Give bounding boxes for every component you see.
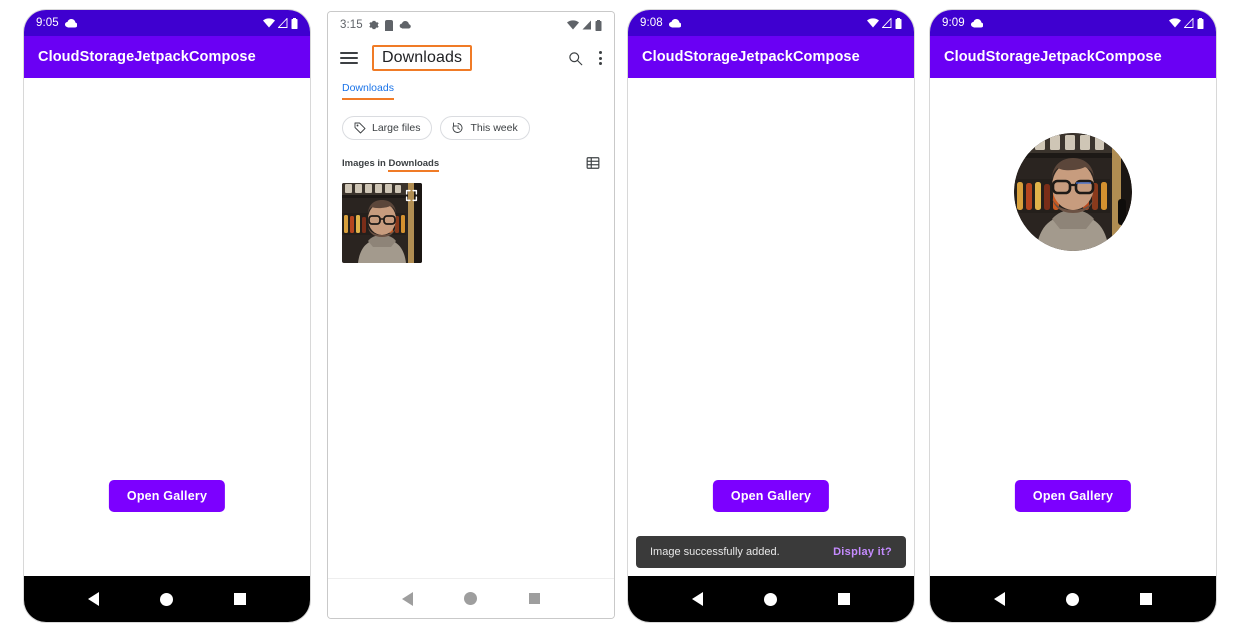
sdcard-icon [384, 19, 393, 31]
back-triangle-icon[interactable] [401, 591, 413, 606]
expand-icon[interactable] [405, 189, 418, 202]
overflow-menu-icon[interactable] [599, 51, 602, 65]
gear-icon [369, 20, 379, 30]
home-circle-icon[interactable] [763, 592, 777, 606]
history-icon [452, 122, 464, 134]
picker-actions [568, 51, 602, 66]
signal-icon [1184, 18, 1194, 28]
signal-icon [882, 18, 892, 28]
app-title: CloudStorageJetpackCompose [38, 49, 256, 65]
battery-icon [291, 17, 298, 29]
picker-tabs: Downloads [328, 78, 614, 100]
open-gallery-button[interactable]: Open Gallery [1014, 480, 1132, 512]
chip-label: This week [470, 122, 518, 134]
wifi-icon [263, 18, 275, 28]
status-bar: 9:05 [24, 10, 310, 36]
phone-3: 9:08 CloudStorageJetpackCompose Open Gal… [628, 10, 914, 622]
signal-icon [278, 18, 288, 28]
picker-title: Downloads [382, 49, 463, 66]
home-circle-icon[interactable] [159, 592, 173, 606]
status-bar: 3:15 [328, 12, 614, 38]
navigation-bar [24, 576, 310, 622]
cloud-icon [970, 18, 983, 28]
app-title: CloudStorageJetpackCompose [642, 49, 860, 65]
app-bar: CloudStorageJetpackCompose [628, 36, 914, 78]
tab-downloads[interactable]: Downloads [342, 82, 394, 100]
home-circle-icon[interactable] [464, 592, 478, 605]
screen-content: Open Gallery [24, 78, 310, 576]
profile-avatar [1014, 133, 1132, 251]
wifi-icon [1169, 18, 1181, 28]
list-view-icon[interactable] [586, 156, 600, 170]
navigation-bar [628, 576, 914, 622]
chip-label: Large files [372, 122, 421, 134]
screen-content: Open Gallery [930, 78, 1216, 576]
recents-square-icon[interactable] [529, 593, 541, 604]
screenshot-canvas: 9:05 CloudStorageJetpackCompose Open Gal… [0, 0, 1240, 630]
snackbar: Image successfully added. Display it? [636, 536, 906, 568]
status-time: 9:08 [640, 17, 663, 29]
app-title: CloudStorageJetpackCompose [944, 49, 1162, 65]
open-gallery-button[interactable]: Open Gallery [108, 480, 226, 512]
phone-4: 9:09 CloudStorageJetpackCompose Open Gal… [930, 10, 1216, 622]
battery-icon [1197, 17, 1204, 29]
chip-large-files[interactable]: Large files [342, 116, 433, 140]
status-bar: 9:08 [628, 10, 914, 36]
picker-title-highlight: Downloads [372, 45, 473, 71]
back-triangle-icon[interactable] [88, 592, 100, 606]
cloud-icon [668, 18, 681, 28]
section-header: Images in Downloads [328, 140, 614, 172]
status-right-group [263, 17, 298, 29]
status-left-group: 9:05 [36, 17, 77, 29]
status-left-group: 9:08 [640, 17, 681, 29]
status-left-group: 9:09 [942, 17, 983, 29]
image-grid [328, 170, 614, 263]
status-right-group [567, 19, 602, 31]
snackbar-message: Image successfully added. [650, 546, 780, 558]
battery-icon [595, 19, 602, 31]
hamburger-icon[interactable] [340, 52, 358, 64]
status-bar: 9:09 [930, 10, 1216, 36]
search-icon[interactable] [568, 51, 583, 66]
app-bar: CloudStorageJetpackCompose [24, 36, 310, 78]
home-circle-icon[interactable] [1065, 592, 1079, 606]
picker-spacer [328, 263, 614, 578]
navigation-bar [328, 578, 614, 618]
app-bar: CloudStorageJetpackCompose [930, 36, 1216, 78]
battery-icon [895, 17, 902, 29]
chip-this-week[interactable]: This week [440, 116, 530, 140]
status-right-group [867, 17, 902, 29]
signal-icon [582, 20, 592, 30]
filter-chip-row: Large files This week [328, 100, 614, 140]
back-triangle-icon[interactable] [994, 592, 1006, 606]
status-right-group [1169, 17, 1204, 29]
screen-content: Open Gallery Image successfully added. D… [628, 78, 914, 576]
navigation-bar [930, 576, 1216, 622]
section-label: Images in Downloads [342, 157, 440, 172]
section-prefix: Images in [342, 157, 389, 169]
phone-2: 3:15 Downloads Downloads Large files Thi… [328, 12, 614, 618]
snackbar-action-button[interactable]: Display it? [833, 546, 892, 558]
status-time: 9:09 [942, 17, 965, 29]
status-time: 3:15 [340, 19, 363, 31]
recents-square-icon[interactable] [1139, 593, 1152, 605]
status-left-group: 3:15 [340, 19, 411, 31]
phone-1: 9:05 CloudStorageJetpackCompose Open Gal… [24, 10, 310, 622]
cloud-icon [399, 21, 411, 29]
back-triangle-icon[interactable] [692, 592, 704, 606]
recents-square-icon[interactable] [837, 593, 850, 605]
avatar-photo [1014, 133, 1132, 251]
portrait-thumbnail[interactable] [342, 183, 422, 263]
tag-icon [354, 122, 366, 134]
status-time: 9:05 [36, 17, 59, 29]
picker-toolbar: Downloads [328, 38, 614, 78]
open-gallery-button[interactable]: Open Gallery [712, 480, 830, 512]
cloud-icon [64, 18, 77, 28]
recents-square-icon[interactable] [233, 593, 246, 605]
wifi-icon [867, 18, 879, 28]
wifi-icon [567, 20, 579, 30]
